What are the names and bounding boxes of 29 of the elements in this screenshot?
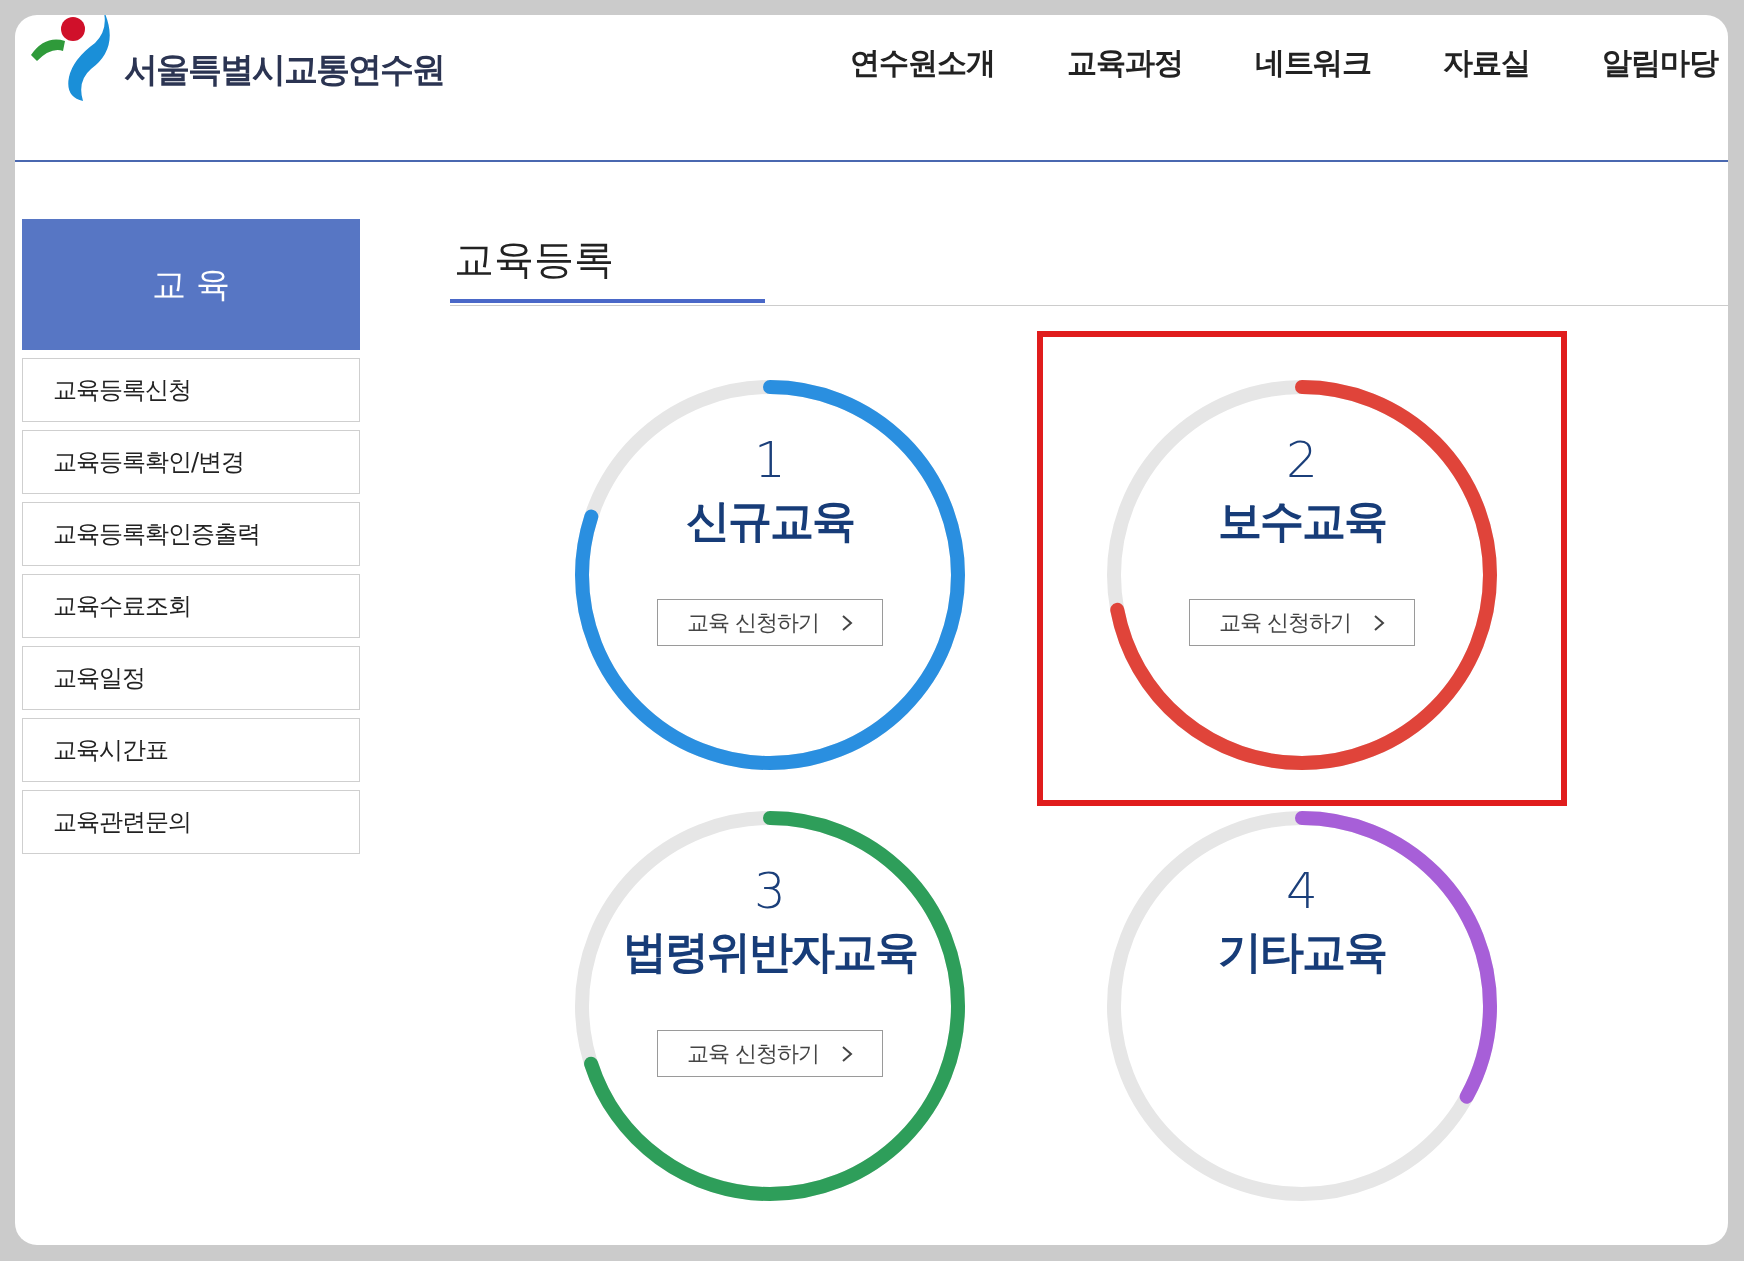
chevron-right-icon <box>1373 613 1385 632</box>
apply-button[interactable]: 교육 신청하기 <box>657 599 883 646</box>
nav-link[interactable]: 알림마당 <box>1602 43 1718 84</box>
nav-link[interactable]: 연수원소개 <box>850 43 995 84</box>
course-title: 기타교육 <box>1218 925 1386 979</box>
sidebar-item[interactable]: 교육등록신청 <box>22 358 360 422</box>
course-title: 보수교육 <box>1218 494 1386 548</box>
course-title: 신규교육 <box>686 494 854 548</box>
sidebar-item[interactable]: 교육등록확인/변경 <box>22 430 360 494</box>
nav-link[interactable]: 교육과정 <box>1067 43 1183 84</box>
sidebar-heading: 교 육 <box>22 219 360 350</box>
course-number: 1 <box>754 433 786 488</box>
sidebar-item[interactable]: 교육관련문의 <box>22 790 360 854</box>
logo-text[interactable]: 서울특별시교통연수원 <box>124 46 444 93</box>
sidebar-item[interactable]: 교육등록확인증출력 <box>22 502 360 566</box>
course-number: 3 <box>754 864 786 919</box>
section-title: 교육등록 <box>450 232 765 303</box>
sidebar-item[interactable]: 교육일정 <box>22 646 360 710</box>
course-number: 4 <box>1286 864 1318 919</box>
nav-link[interactable]: 자료실 <box>1443 43 1530 84</box>
sidebar-item[interactable]: 교육수료조회 <box>22 574 360 638</box>
chevron-right-icon <box>841 1044 853 1063</box>
sidebar-item[interactable]: 교육시간표 <box>22 718 360 782</box>
apply-button[interactable]: 교육 신청하기 <box>657 1030 883 1077</box>
chevron-right-icon <box>841 613 853 632</box>
course-title: 법령위반자교육 <box>623 925 917 979</box>
apply-button[interactable]: 교육 신청하기 <box>1189 599 1415 646</box>
course-number: 2 <box>1286 433 1318 488</box>
nav-link[interactable]: 네트워크 <box>1255 43 1371 84</box>
